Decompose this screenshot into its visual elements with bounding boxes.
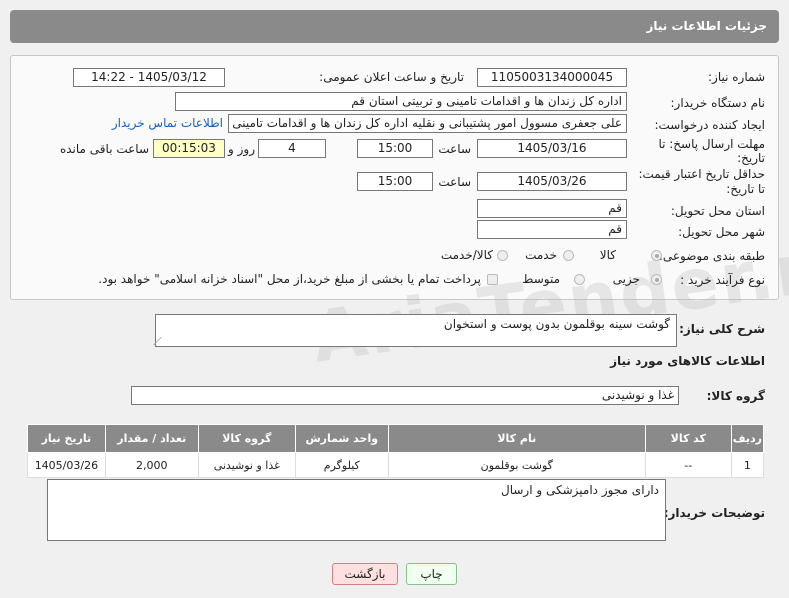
col-unit-header: واحد شمارش (294, 424, 389, 453)
creator-field: علی جعفری مسوول امور پشتیبانی و نقلیه اد… (228, 114, 627, 133)
reply-date-field: 1405/03/16 (477, 139, 627, 158)
goods-section-title: اطلاعات کالاهای مورد نیاز (610, 354, 765, 368)
table-row: 1 -- گوشت بوقلمون کیلوگرم غذا و نوشیدنی … (27, 452, 765, 478)
province-field: قم (477, 199, 627, 218)
category-label: طبقه بندی موضوعی: (658, 249, 765, 263)
summary-field: گوشت سینه بوقلمون بدون پوست و استخوان (153, 314, 677, 347)
col-row-header: ردیف (730, 424, 765, 453)
process-small-radio[interactable] (651, 274, 662, 285)
col-group-header: گروه کالا (197, 424, 296, 453)
back-button[interactable]: بازگشت (332, 563, 398, 585)
days-field: 4 (258, 139, 326, 158)
process-medium-label: متوسط (522, 272, 560, 286)
category-goods-service-label: کالا/خدمت (440, 248, 493, 262)
creator-label: ایجاد کننده درخواست: (654, 118, 765, 132)
days-label: روز و (228, 142, 255, 156)
cell-date: 1405/03/26 (27, 452, 106, 478)
reply-time-field: 15:00 (357, 139, 433, 158)
summary-label: شرح کلی نیاز: (679, 322, 765, 336)
cell-unit: کیلوگرم (294, 452, 389, 478)
validity-time-field: 15:00 (357, 172, 433, 191)
col-date-header: تاریخ نیاز (27, 424, 106, 453)
reply-deadline-label-2: تاریخ: (737, 151, 765, 165)
process-medium-radio[interactable] (574, 274, 585, 285)
city-field: قم (477, 220, 627, 239)
province-label: استان محل تحویل: (670, 204, 765, 218)
remaining-label: ساعت باقی مانده (59, 142, 149, 156)
category-goods-radio[interactable] (651, 250, 662, 261)
buyer-notes-text: دارای مجوز دامپزشکی و ارسال (500, 483, 659, 497)
goods-table: ردیف کد کالا نام کالا واحد شمارش گروه کا… (27, 424, 765, 478)
treasury-payment-checkbox[interactable] (487, 274, 498, 285)
reply-time-label: ساعت (438, 142, 471, 156)
need-number-field: 1105003134000045 (477, 68, 627, 87)
col-code-header: کد کالا (644, 424, 732, 453)
goods-group-field: غذا و نوشیدنی (131, 386, 679, 405)
goods-group-label: گروه کالا: (706, 389, 765, 403)
category-service-label: خدمت (525, 248, 557, 262)
validity-label: حداقل تاریخ اعتبار قیمت: (638, 167, 765, 181)
cell-group: غذا و نوشیدنی (197, 452, 296, 478)
header-bar: جزئیات اطلاعات نیاز (10, 10, 779, 43)
page-title: جزئیات اطلاعات نیاز (646, 19, 767, 33)
contact-buyer-link[interactable]: اطلاعات تماس خریدار (112, 116, 223, 130)
buyer-org-label: نام دستگاه خریدار: (670, 96, 766, 110)
process-small-label: جزیی (612, 272, 640, 286)
validity-time-label: ساعت (438, 175, 471, 189)
validity-label-2: تا تاریخ: (726, 182, 765, 196)
process-label: نوع فرآیند خرید : (680, 273, 765, 287)
summary-text: گوشت سینه بوقلمون بدون پوست و استخوان (443, 317, 670, 331)
validity-date-field: 1405/03/26 (477, 172, 627, 191)
treasury-payment-note: پرداخت تمام یا بخشی از مبلغ خرید،از محل … (98, 272, 481, 286)
resize-handle[interactable] (153, 337, 170, 345)
city-label: شهر محل تحویل: (678, 225, 765, 239)
col-name-header: نام کالا (387, 424, 646, 453)
print-button[interactable]: چاپ (406, 563, 457, 585)
table-header-row: ردیف کد کالا نام کالا واحد شمارش گروه کا… (27, 424, 765, 453)
category-goods-service-radio[interactable] (497, 250, 508, 261)
announce-field: 1405/03/12 - 14:22 (73, 68, 225, 87)
announce-label: تاریخ و ساعت اعلان عمومی: (319, 70, 464, 84)
buyer-notes-field: دارای مجوز دامپزشکی و ارسال (47, 479, 666, 541)
remaining-time-field: 00:15:03 (153, 139, 225, 158)
cell-name: گوشت بوقلمون (387, 452, 646, 478)
category-goods-label: کالا (599, 248, 616, 262)
cell-row-number: 1 (730, 452, 765, 478)
cell-qty: 2,000 (104, 452, 199, 478)
buyer-notes-label: توضیحات خریدار: (663, 506, 765, 520)
col-qty-header: تعداد / مقدار (104, 424, 199, 453)
category-service-radio[interactable] (563, 250, 574, 261)
need-number-label: شماره نیاز: (708, 70, 765, 84)
reply-deadline-label: مهلت ارسال پاسخ: تا (658, 137, 765, 151)
buyer-org-field: اداره کل زندان ها و اقدامات تامینی و ترب… (175, 92, 627, 111)
cell-code: -- (644, 452, 732, 478)
